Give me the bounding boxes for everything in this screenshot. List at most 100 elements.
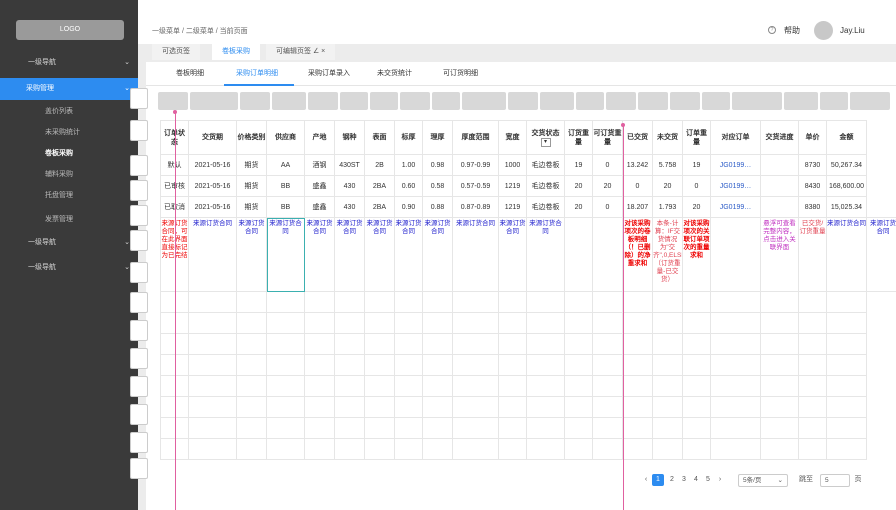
row-handle[interactable]: [130, 120, 148, 141]
page-button[interactable]: 2: [666, 474, 678, 486]
row-handle[interactable]: [130, 348, 148, 369]
filter-field[interactable]: [606, 92, 636, 110]
tab-editable[interactable]: 可编辑页签 ∠ ×: [266, 44, 336, 60]
row-handle[interactable]: [130, 292, 148, 313]
column-header[interactable]: 可订货重量: [592, 120, 623, 155]
filter-field[interactable]: [272, 92, 306, 110]
table-row[interactable]: 已审核2021-05-16期货BB盛鑫4302BA0.600.580.57-0.…: [160, 175, 896, 197]
table-cell: 2021-05-16: [188, 175, 237, 197]
table-cell: [682, 375, 711, 397]
row-handle[interactable]: [130, 88, 148, 109]
filter-field[interactable]: [370, 92, 398, 110]
filter-field[interactable]: [820, 92, 848, 110]
goto-page-input[interactable]: 5: [820, 474, 850, 487]
table-row[interactable]: 默认2021-05-16期货AA酒钢430ST2B1.000.980.97-0.…: [160, 154, 896, 176]
filter-field[interactable]: [400, 92, 430, 110]
nav-item-purchase[interactable]: 采购管理 ⌄: [0, 78, 138, 100]
nav-item-unpurchased-stats[interactable]: 未采购统计: [0, 122, 138, 144]
column-header[interactable]: 金额: [826, 120, 867, 155]
filter-field[interactable]: [540, 92, 574, 110]
page-button[interactable]: 4: [690, 474, 702, 486]
page-button[interactable]: 1: [652, 474, 664, 486]
table-cell[interactable]: JG0199…: [710, 196, 761, 218]
column-header[interactable]: 理厚: [422, 120, 453, 155]
row-handle[interactable]: [130, 376, 148, 397]
column-header[interactable]: 钢种: [334, 120, 365, 155]
column-header[interactable]: 交货进度: [760, 120, 799, 155]
subtab-order-entry[interactable]: 采购订单录入: [308, 68, 350, 78]
column-header[interactable]: 宽度: [498, 120, 527, 155]
table-cell: [304, 354, 335, 376]
tab-coil-purchase[interactable]: 卷板采购: [212, 44, 260, 60]
help-link[interactable]: 帮助: [784, 25, 800, 36]
row-handle[interactable]: [130, 404, 148, 425]
nav-item-invoice[interactable]: 发票管理: [0, 209, 138, 231]
nav-item-pallet[interactable]: 托盘管理: [0, 185, 138, 207]
row-handle[interactable]: [130, 458, 148, 479]
filter-field[interactable]: [190, 92, 238, 110]
row-handle[interactable]: [130, 262, 148, 283]
nav-item-level1[interactable]: 一级导航 ⌄: [0, 52, 138, 74]
row-handle[interactable]: [130, 432, 148, 453]
avatar[interactable]: [814, 21, 833, 40]
nav-item-level1[interactable]: 一级导航 ⌄: [0, 257, 138, 279]
row-handle[interactable]: [130, 180, 148, 201]
help-icon[interactable]: ?: [768, 26, 776, 34]
filter-field[interactable]: [508, 92, 538, 110]
table-cell: [452, 375, 499, 397]
column-header[interactable]: 供应商: [266, 120, 305, 155]
column-header[interactable]: 交货状态 ▾: [526, 120, 565, 155]
filter-field[interactable]: [340, 92, 368, 110]
filter-field[interactable]: [432, 92, 460, 110]
filter-field[interactable]: [308, 92, 338, 110]
column-header[interactable]: 对应订单: [710, 120, 761, 155]
row-handle[interactable]: [130, 155, 148, 176]
nav-item-level1[interactable]: 一级导航 ⌄: [0, 232, 138, 254]
column-header[interactable]: 交货期: [188, 120, 237, 155]
table-cell[interactable]: JG0199…: [710, 175, 761, 197]
nav-item-aux-purchase[interactable]: 辅料采购: [0, 164, 138, 186]
row-handle[interactable]: [130, 320, 148, 341]
row-handle[interactable]: [130, 230, 148, 251]
page-button[interactable]: 3: [678, 474, 690, 486]
filter-field[interactable]: [240, 92, 270, 110]
column-header[interactable]: 单价: [798, 120, 827, 155]
column-header[interactable]: 表面: [364, 120, 395, 155]
column-header[interactable]: 厚度范围: [452, 120, 499, 155]
column-header[interactable]: 订单重量: [682, 120, 711, 155]
next-page-button[interactable]: ›: [714, 474, 726, 486]
column-header[interactable]: 产地: [304, 120, 335, 155]
prev-page-button[interactable]: ‹: [640, 474, 652, 486]
subtab-coil-detail[interactable]: 卷板明细: [176, 68, 204, 78]
filter-dropdown-icon[interactable]: ▾: [540, 137, 551, 147]
table-row[interactable]: 已取消2021-05-16期货BB盛鑫4302BA0.900.880.87-0.…: [160, 196, 896, 218]
subtab-undelivered-stats[interactable]: 未交货统计: [377, 68, 412, 78]
user-name[interactable]: Jay.Liu: [840, 26, 865, 35]
filter-field[interactable]: [702, 92, 730, 110]
table-cell[interactable]: JG0199…: [710, 154, 761, 176]
column-header[interactable]: 已交货: [622, 120, 653, 155]
filter-field[interactable]: [576, 92, 604, 110]
subtab-order-detail[interactable]: 采购订单明细: [236, 68, 278, 78]
filter-field[interactable]: [670, 92, 700, 110]
tab-optional[interactable]: 可选页签: [152, 44, 200, 60]
note-row: 来源订货合同，可在此界面直接标记为已完结来源订货合同来源订货合同来源订货合同来源…: [160, 217, 896, 292]
column-header[interactable]: 订货重量: [564, 120, 593, 155]
filter-field[interactable]: [638, 92, 668, 110]
filter-field[interactable]: [462, 92, 506, 110]
table-cell: 20: [652, 175, 683, 197]
nav-item-price-list[interactable]: 盖价列表: [0, 101, 138, 123]
column-header[interactable]: 价格类别: [236, 120, 267, 155]
nav-item-coil-purchase[interactable]: 卷板采购: [0, 143, 138, 165]
filter-field[interactable]: [158, 92, 188, 110]
column-header[interactable]: 标厚: [394, 120, 423, 155]
filter-field[interactable]: [784, 92, 818, 110]
filter-field[interactable]: [850, 92, 890, 110]
row-handle[interactable]: [130, 205, 148, 226]
page-button[interactable]: 5: [702, 474, 714, 486]
filter-field[interactable]: [732, 92, 782, 110]
page-size-select[interactable]: 5条/页 ⌄: [738, 474, 788, 487]
subtab-orderable-detail[interactable]: 可订货明细: [443, 68, 478, 78]
table-cell: [798, 438, 827, 460]
column-header[interactable]: 未交货: [652, 120, 683, 155]
